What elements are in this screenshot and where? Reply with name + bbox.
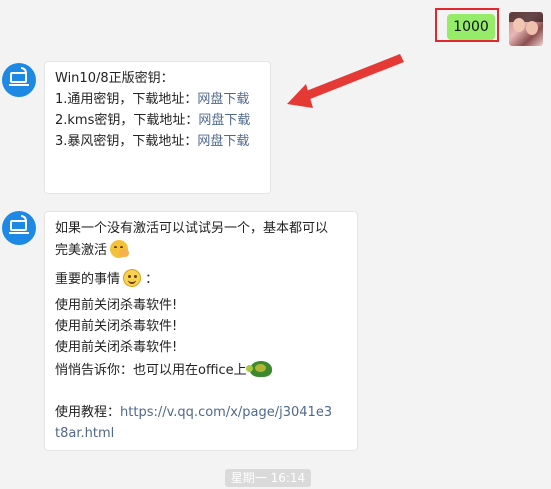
- list-item: 3.暴风密钥，下载地址：网盘下载: [55, 131, 249, 152]
- download-link-2[interactable]: 网盘下载: [198, 113, 250, 128]
- tip-line-3-text: 重要的事情: [55, 272, 121, 287]
- bot-avatar-1[interactable]: [2, 63, 36, 97]
- tutorial-label: 使用教程：: [55, 405, 121, 420]
- message-bubble-tips: 如果一个没有激活可以试试另一个，基本都可以 完美激活 重要的事情 ： 使用前关闭…: [44, 211, 358, 451]
- tutorial-line-1: 使用教程：https://v.qq.com/x/page/j3041e3: [55, 402, 332, 423]
- list-item: 1.通用密钥，下载地址：网盘下载: [55, 89, 249, 110]
- tip-office-text: 悄悄告诉你：也可以用在office上: [55, 363, 247, 378]
- tutorial-line-2: t8ar.html: [55, 423, 114, 444]
- item-label: 3.暴风密钥，下载地址：: [55, 134, 198, 149]
- item-label: 1.通用密钥，下载地址：: [55, 92, 198, 107]
- smile-emoji-icon: [123, 269, 142, 287]
- list-item: 2.kms密钥，下载地址：网盘下载: [55, 110, 250, 131]
- tip-line-1: 如果一个没有激活可以试试另一个，基本都可以: [55, 221, 329, 236]
- download-link-1[interactable]: 网盘下载: [197, 92, 249, 107]
- red-highlight-box: [435, 8, 499, 42]
- tip-line-office: 悄悄告诉你：也可以用在office上: [55, 360, 272, 381]
- tip-line-2-text: 完美激活: [55, 243, 108, 258]
- keys-title: Win10/8正版密钥：: [55, 71, 174, 86]
- user-avatar[interactable]: [509, 12, 543, 46]
- tutorial-link[interactable]: https://v.qq.com/x/page/j3041e3: [120, 405, 332, 420]
- tip-line-2: 完美激活: [55, 240, 130, 261]
- download-link-3[interactable]: 网盘下载: [197, 134, 249, 149]
- timestamp: 星期一 16:14: [225, 469, 311, 487]
- tip-line-3-colon: ：: [145, 272, 159, 287]
- turtle-emoji-icon: [245, 361, 272, 377]
- tip-line-3: 重要的事情 ：: [55, 269, 158, 290]
- item-label: 2.kms密钥，下载地址：: [55, 113, 199, 128]
- warning-line: 使用前关闭杀毒软件!: [55, 298, 178, 313]
- warning-line: 使用前关闭杀毒软件!: [55, 319, 178, 334]
- message-bubble-keys: Win10/8正版密钥： 1.通用密钥，下载地址：网盘下载 2.kms密钥，下载…: [44, 61, 271, 194]
- bot-avatar-2[interactable]: [2, 211, 36, 245]
- tutorial-link-cont[interactable]: t8ar.html: [55, 426, 114, 441]
- blush-emoji-icon: [110, 240, 130, 258]
- warning-line: 使用前关闭杀毒软件!: [55, 340, 178, 355]
